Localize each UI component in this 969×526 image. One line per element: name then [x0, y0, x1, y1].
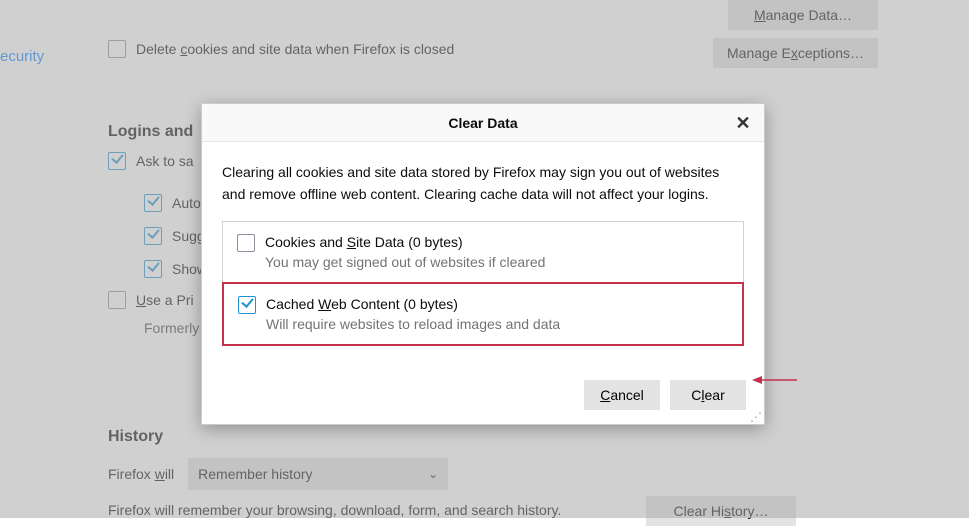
option-cookies-title: Cookies and Site Data (0 bytes) — [265, 234, 545, 250]
clear-data-dialog: Clear Data ✕ Clearing all cookies and si… — [201, 103, 765, 425]
cancel-button[interactable]: Cancel — [584, 380, 660, 410]
dialog-header: Clear Data ✕ — [202, 104, 764, 142]
option-cookies-site-data[interactable]: Cookies and Site Data (0 bytes) You may … — [223, 222, 743, 282]
option-cookies-sub: You may get signed out of websites if cl… — [265, 254, 545, 270]
cached-web-content-checkbox[interactable] — [238, 296, 256, 314]
option-cached-sub: Will require websites to reload images a… — [266, 316, 560, 332]
option-cached-web-content[interactable]: Cached Web Content (0 bytes) Will requir… — [224, 284, 742, 344]
option-cached-title: Cached Web Content (0 bytes) — [266, 296, 560, 312]
annotation-arrow — [752, 373, 797, 387]
dialog-description: Clearing all cookies and site data store… — [222, 162, 744, 205]
clear-button[interactable]: Clear — [670, 380, 746, 410]
annotation-highlight: Cached Web Content (0 bytes) Will requir… — [222, 282, 744, 346]
dialog-footer: Cancel Clear — [202, 366, 764, 424]
cookies-site-data-checkbox[interactable] — [237, 234, 255, 252]
dialog-title: Clear Data — [448, 115, 517, 131]
close-icon[interactable]: ✕ — [730, 110, 756, 136]
clear-options-box: Cookies and Site Data (0 bytes) You may … — [222, 221, 744, 346]
